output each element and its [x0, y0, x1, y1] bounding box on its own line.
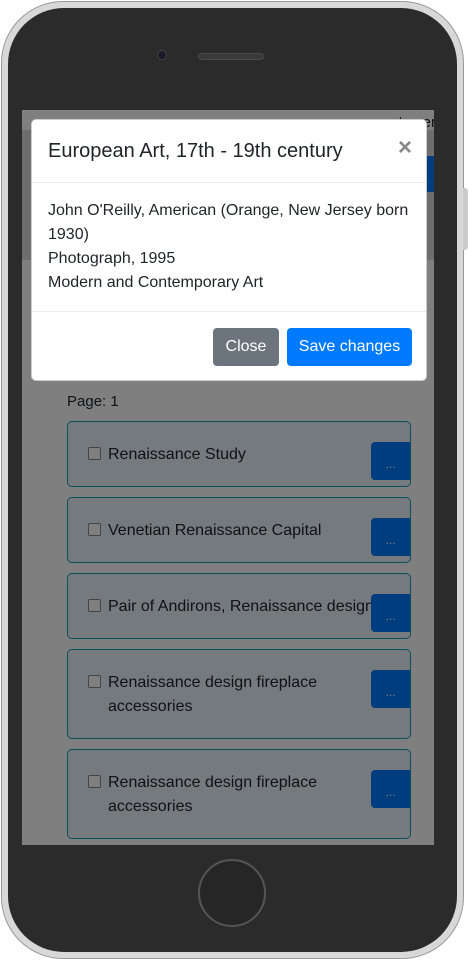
close-icon[interactable]: ×	[398, 134, 412, 162]
department-line: Modern and Contemporary Art	[48, 274, 264, 291]
speaker	[198, 53, 264, 60]
modal-footer: Close Save changes	[32, 312, 426, 380]
modal-title: European Art, 17th - 19th century	[48, 140, 343, 162]
camera-icon	[157, 50, 167, 60]
modal-body: John O'Reilly, American (Orange, New Jer…	[32, 183, 426, 312]
save-changes-button[interactable]: Save changes	[287, 328, 412, 366]
artist-line: John O'Reilly, American (Orange, New Jer…	[48, 202, 409, 243]
home-button[interactable]	[198, 859, 266, 927]
medium-line: Photograph, 1995	[48, 250, 176, 267]
modal-header: European Art, 17th - 19th century ×	[32, 120, 426, 183]
modal-dialog: European Art, 17th - 19th century × John…	[31, 119, 427, 381]
screen: current user Page: 1 Renaissance Study .…	[22, 110, 434, 845]
phone-side-button	[463, 188, 468, 250]
close-button[interactable]: Close	[213, 328, 279, 366]
